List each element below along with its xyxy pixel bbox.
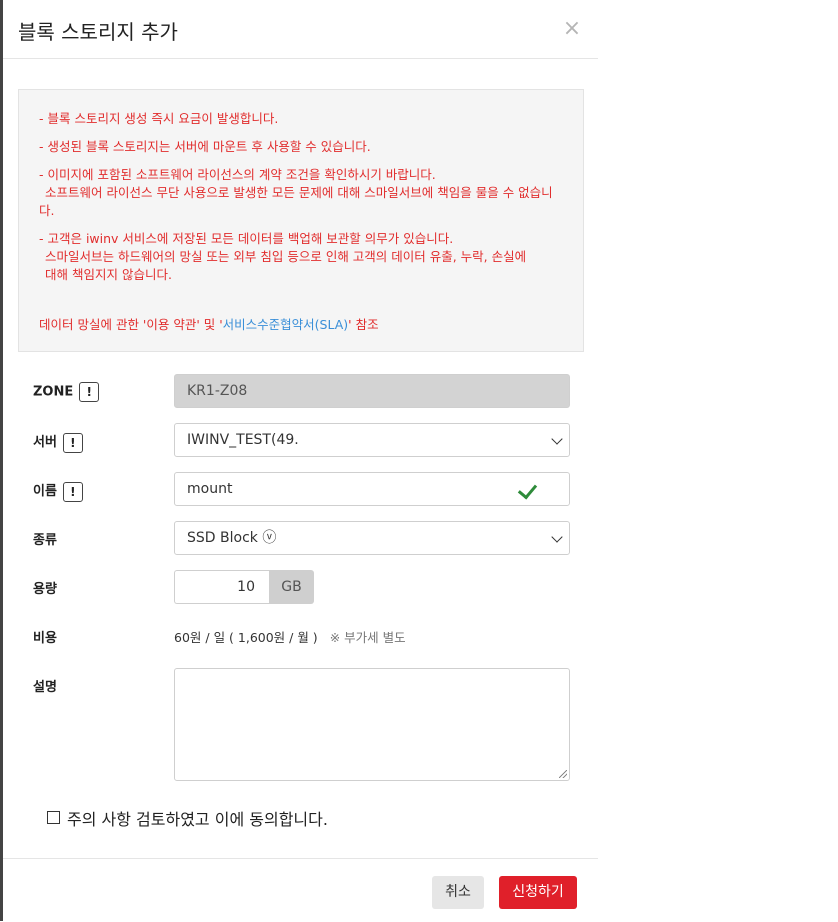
capacity-input[interactable]: 10 [174, 570, 269, 604]
server-label: 서버! [33, 431, 83, 453]
cost-label: 비용 [33, 631, 57, 646]
cost-value: 60원 / 일 ( 1,600원 / 월 ) ※ 부가세 별도 [174, 630, 406, 645]
agree-checkbox-row[interactable]: 주의 사항 검토하였고 이에 동의합니다. [47, 806, 328, 830]
description-label: 설명 [33, 680, 57, 695]
notice-reference: 데이터 망실에 관한 '이용 약관' 및 '서비스수준협약서(SLA)' 참조 [39, 317, 379, 332]
name-label: 이름! [33, 480, 83, 502]
capacity-unit: GB [269, 570, 314, 604]
check-icon [517, 479, 538, 500]
server-select[interactable]: IWINV_TEST(49. [174, 423, 570, 457]
submit-button[interactable]: 신청하기 [499, 876, 577, 909]
zone-label: ZONE! [33, 382, 100, 402]
zone-field: KR1-Z08 [174, 374, 570, 408]
agree-label: 주의 사항 검토하였고 이에 동의합니다. [67, 810, 328, 829]
description-textarea[interactable] [174, 668, 570, 781]
help-icon[interactable]: ! [62, 432, 83, 453]
add-block-storage-modal: 블록 스토리지 추가 × - 블록 스토리지 생성 즉시 요금이 발생합니다. … [3, 0, 598, 921]
sla-link[interactable]: 서비스수준협약서(SLA) [223, 317, 349, 332]
notice-line: - 이미지에 포함된 소프트웨어 라이선스의 계약 조건을 확인하시기 바랍니다… [39, 167, 553, 218]
notice-line: - 고객은 iwinv 서비스에 저장된 모든 데이터를 백업해 보관할 의무가… [39, 231, 527, 282]
modal-title: 블록 스토리지 추가 [18, 20, 178, 44]
cancel-button[interactable]: 취소 [432, 876, 484, 909]
notice-line: - 블록 스토리지 생성 즉시 요금이 발생합니다. [39, 111, 279, 126]
vat-note: ※ 부가세 별도 [329, 630, 406, 645]
help-icon[interactable]: ! [79, 382, 100, 402]
close-icon[interactable]: × [561, 18, 583, 40]
capacity-label: 용량 [33, 582, 57, 597]
chevron-down-icon [551, 531, 563, 543]
resize-handle[interactable] [559, 770, 567, 778]
modal-footer: 취소 신청하기 [3, 858, 598, 922]
modal-header: 블록 스토리지 추가 × [3, 0, 598, 59]
agree-checkbox[interactable] [47, 811, 60, 824]
name-input[interactable]: mount [174, 472, 570, 506]
help-icon[interactable]: ! [62, 481, 83, 502]
type-select[interactable]: SSD Block ⓥ [174, 521, 570, 555]
notice-line: - 생성된 블록 스토리지는 서버에 마운트 후 사용할 수 있습니다. [39, 139, 371, 154]
chevron-down-icon [551, 433, 563, 445]
type-label: 종류 [33, 533, 57, 548]
notice-box: - 블록 스토리지 생성 즉시 요금이 발생합니다. - 생성된 블록 스토리지… [18, 89, 584, 352]
